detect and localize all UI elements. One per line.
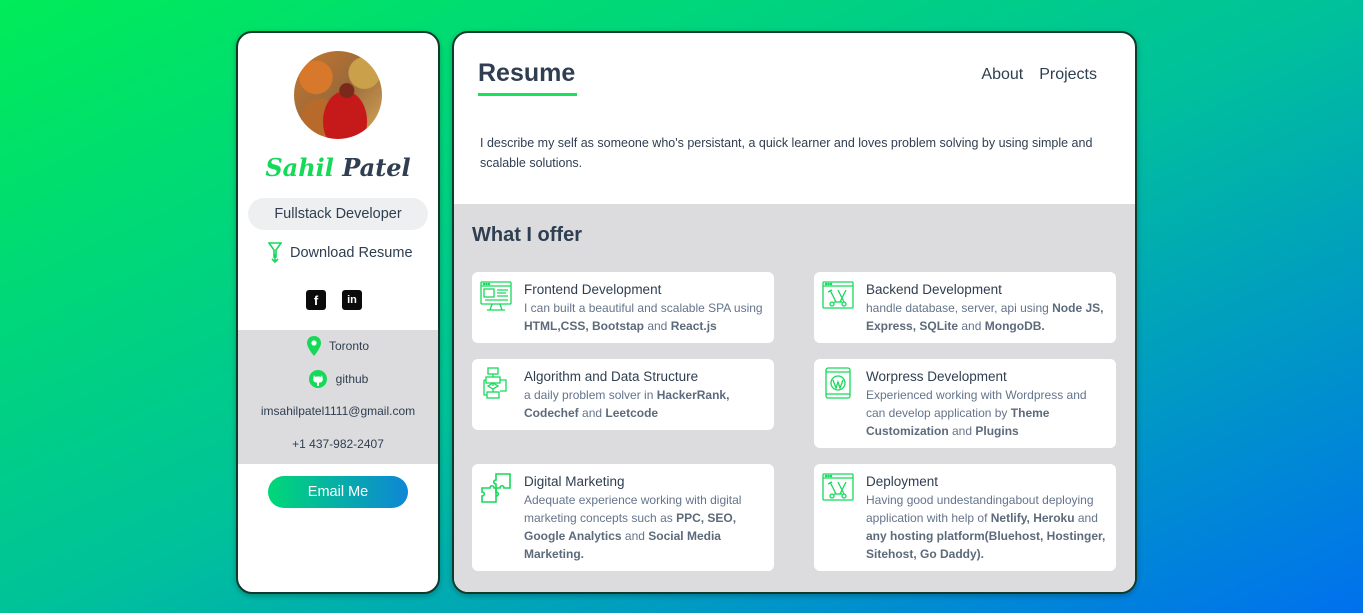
flowchart-icon xyxy=(483,367,507,399)
offer-title: What I offer xyxy=(472,224,582,246)
download-icon xyxy=(268,242,282,264)
service-title: Deployment xyxy=(866,474,939,489)
service-desc: I can built a beautiful and scalable SPA… xyxy=(524,301,763,333)
offer-section: What I offer Frontend Development I can … xyxy=(454,204,1135,592)
last-name: Patel xyxy=(342,153,411,182)
monitor-code-icon xyxy=(480,281,512,311)
service-title: Frontend Development xyxy=(524,282,662,297)
email-row: imsahilpatel1111@gmail.com xyxy=(238,404,438,418)
service-desc: a daily problem solver in HackerRank, Co… xyxy=(524,388,730,420)
nav-projects[interactable]: Projects xyxy=(1039,66,1097,84)
email-text: imsahilpatel1111@gmail.com xyxy=(260,404,416,418)
service-card: Deployment Having good undestandingabout… xyxy=(814,464,1116,571)
service-title: Algorithm and Data Structure xyxy=(524,369,699,384)
social-links: f in xyxy=(306,290,362,310)
title-underline xyxy=(478,93,577,96)
service-title: Digital Marketing xyxy=(524,474,625,489)
service-card: Digital Marketing Adequate experience wo… xyxy=(472,464,774,571)
about-text: I describe my self as someone who's pers… xyxy=(480,136,1093,170)
map-pin-icon xyxy=(306,336,321,356)
service-title: Backend Development xyxy=(866,282,1002,297)
email-me-button[interactable]: Email Me xyxy=(268,476,408,508)
facebook-icon[interactable]: f xyxy=(306,290,326,310)
contact-panel: Toronto github imsahilpatel1111@gmail.co… xyxy=(238,330,438,464)
puzzle-icon xyxy=(481,473,511,503)
first-name: Sahil xyxy=(265,153,334,182)
service-desc: Experienced working with Wordpress and c… xyxy=(866,388,1087,438)
download-label: Download Resume xyxy=(290,245,413,261)
phone-row: +1 437-982-2407 xyxy=(238,437,438,451)
location-row: Toronto xyxy=(238,336,438,356)
github-row[interactable]: github xyxy=(238,369,438,389)
download-resume-link[interactable]: Download Resume xyxy=(268,241,413,265)
linkedin-icon[interactable]: in xyxy=(342,290,362,310)
page-title: Resume xyxy=(478,59,576,87)
service-card: Backend Development handle database, ser… xyxy=(814,272,1116,343)
profile-sidebar: Sahil Patel Fullstack Developer Download… xyxy=(236,31,440,594)
deploy-tools-icon xyxy=(822,473,854,501)
location-text: Toronto xyxy=(328,339,370,353)
avatar xyxy=(294,51,382,139)
service-title: Worpress Development xyxy=(866,369,1007,384)
profile-name: Sahil Patel xyxy=(238,153,438,182)
service-card: Worpress Development Experienced working… xyxy=(814,359,1116,448)
wordpress-tablet-icon xyxy=(825,367,851,399)
service-desc: Having good undestandingabout deploying … xyxy=(866,493,1106,561)
github-text: github xyxy=(335,372,369,386)
top-nav: About Projects xyxy=(981,66,1097,84)
phone-text: +1 437-982-2407 xyxy=(292,437,384,451)
service-desc: handle database, server, api using Node … xyxy=(866,301,1104,333)
github-icon xyxy=(308,370,327,388)
server-tools-icon xyxy=(822,281,854,309)
service-card: Algorithm and Data Structure a daily pro… xyxy=(472,359,774,430)
resume-panel: Resume About Projects I describe my self… xyxy=(452,31,1137,594)
service-desc: Adequate experience working with digital… xyxy=(524,493,742,561)
service-card: Frontend Development I can built a beaut… xyxy=(472,272,774,343)
nav-about[interactable]: About xyxy=(981,66,1023,84)
role-badge: Fullstack Developer xyxy=(248,198,428,230)
